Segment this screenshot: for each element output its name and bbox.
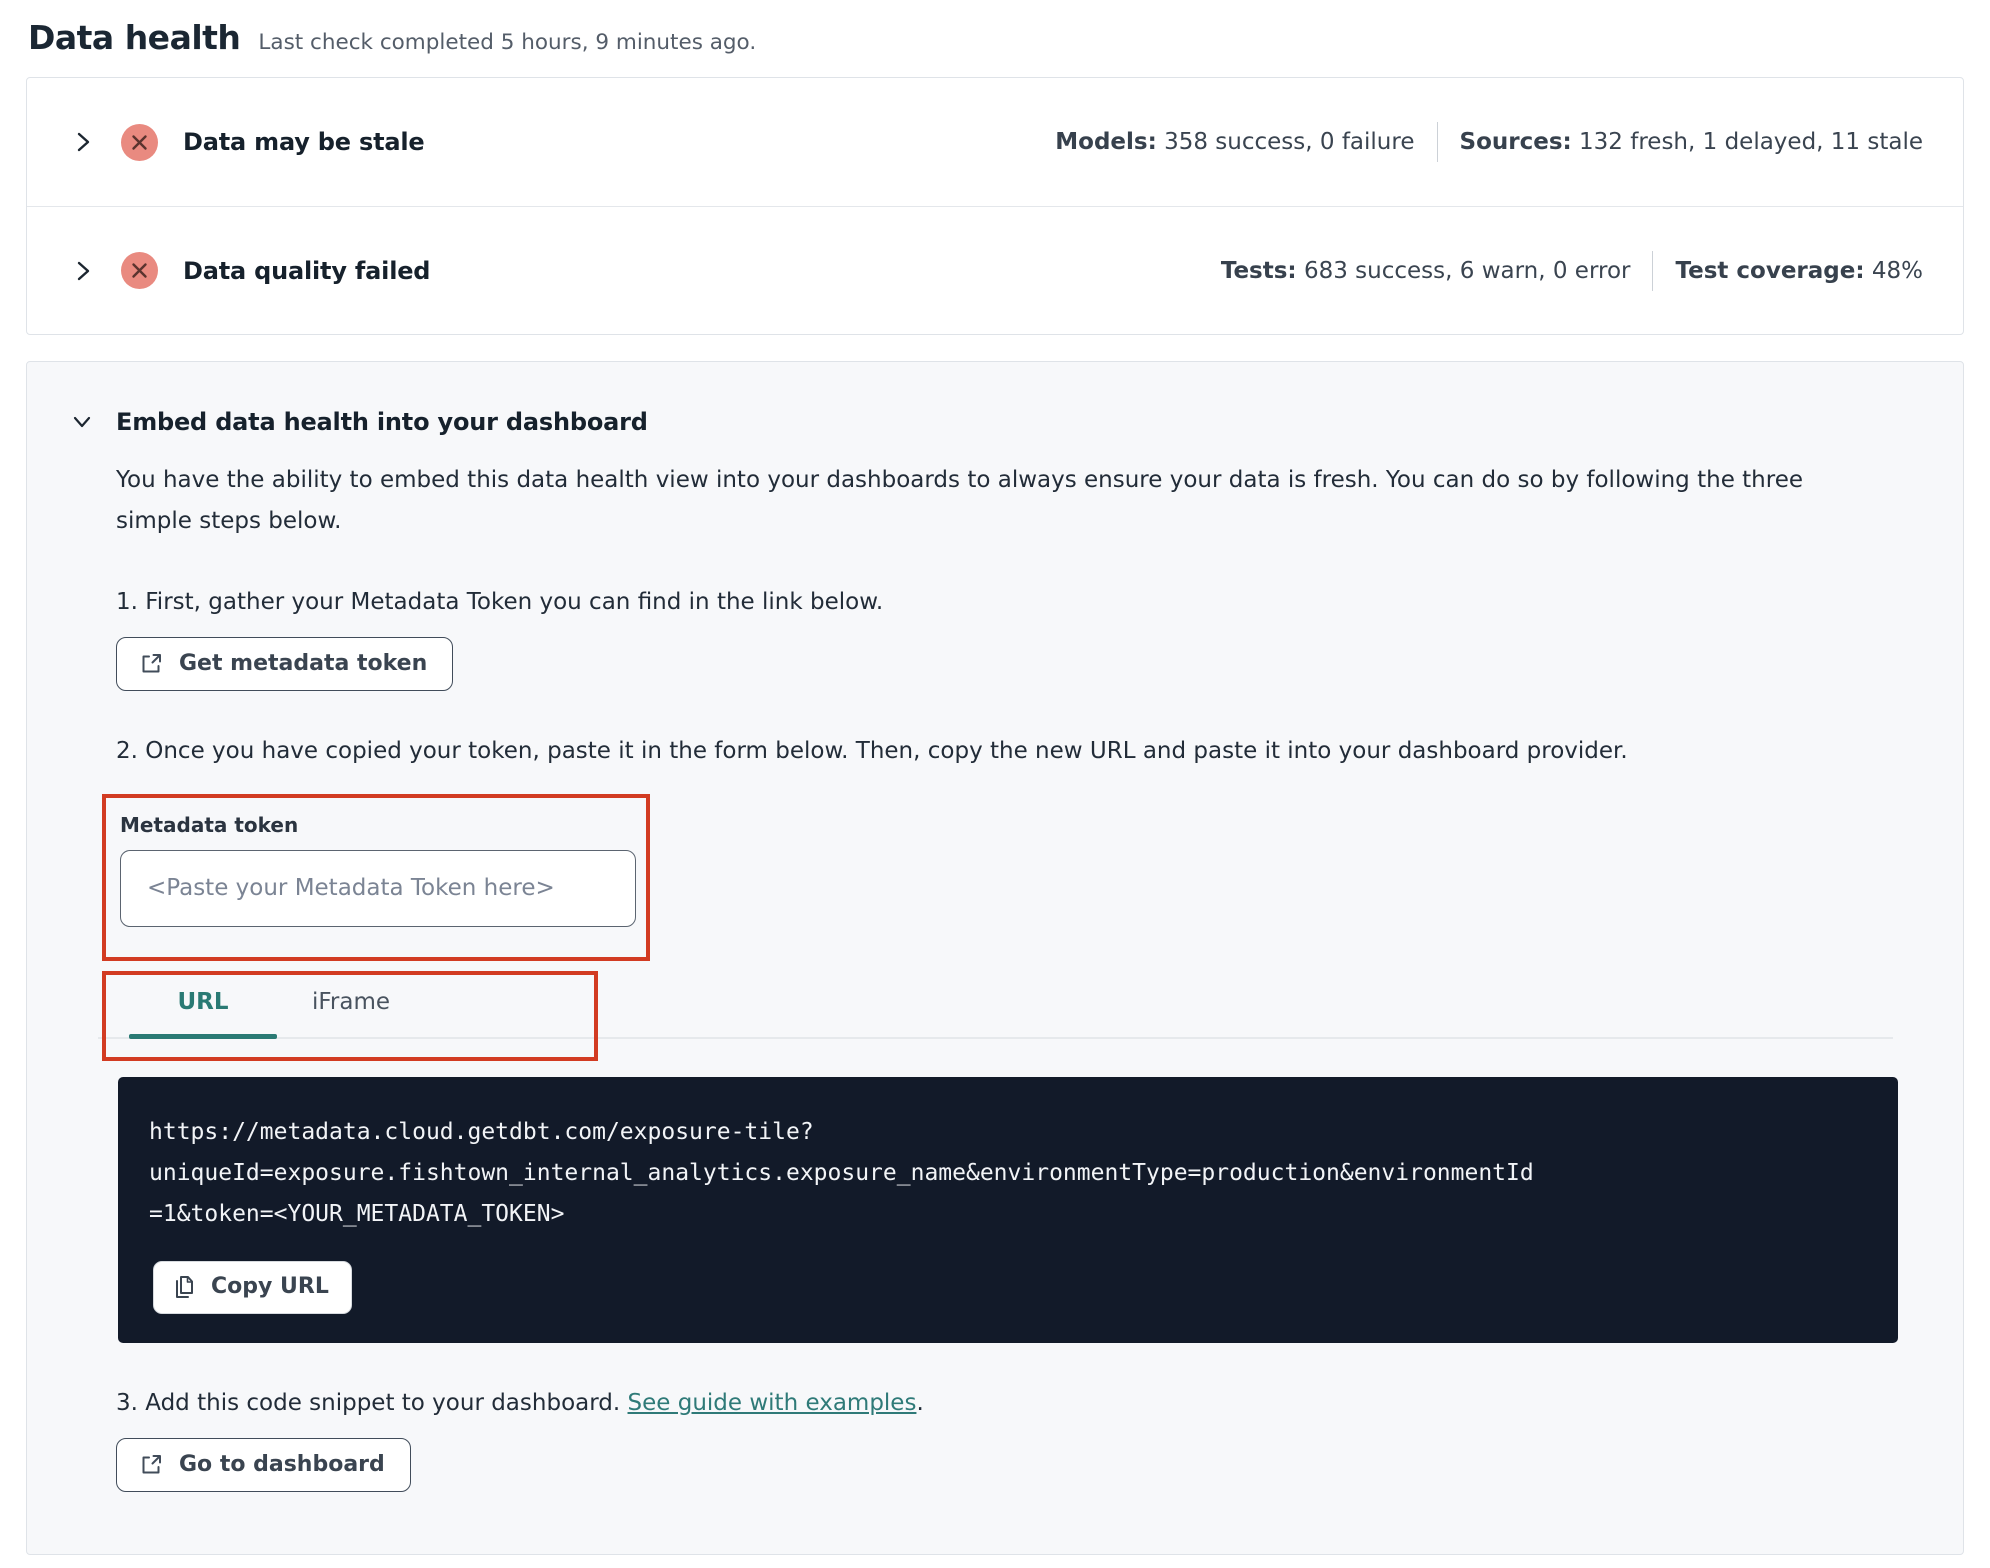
copy-icon [176,1275,193,1298]
sources-stat: Sources: 132 fresh, 1 delayed, 11 stale [1460,129,1924,155]
get-metadata-token-label: Get metadata token [179,650,428,676]
test-coverage-stat-value: 48% [1871,257,1923,284]
copy-url-button[interactable]: Copy URL [153,1260,352,1314]
guide-examples-link[interactable]: See guide with examples [628,1390,917,1416]
status-row-stale[interactable]: Data may be stale Models: 358 success, 0… [27,78,1963,206]
step-3-suffix: . [916,1389,924,1416]
tabs-annotation-box: URL iFrame [102,970,598,1061]
output-format-tabs: URL iFrame [106,975,594,1039]
copy-url-label: Copy URL [211,1274,329,1300]
step-3-prefix: 3. Add this code snippet to your dashboa… [116,1389,628,1416]
code-line: =1&token=<YOUR_METADATA_TOKEN> [149,1200,565,1227]
stat-divider [1436,122,1438,162]
step-1-text: 1. First, gather your Metadata Token you… [116,588,884,615]
go-to-dashboard-button[interactable]: Go to dashboard [116,1437,411,1492]
page-title: Data health [28,18,241,57]
metadata-token-input[interactable] [120,849,636,927]
test-coverage-stat: Test coverage: 48% [1675,258,1923,284]
status-row-stats: Tests: 683 success, 6 warn, 0 error Test… [1221,250,1923,291]
tab-url[interactable]: URL [129,989,277,1039]
sources-stat-value: 132 fresh, 1 delayed, 11 stale [1579,129,1923,155]
embed-description: You have the ability to embed this data … [116,467,1803,534]
external-link-icon [142,653,161,673]
tests-stat: Tests: 683 success, 6 warn, 0 error [1221,258,1631,284]
embed-section: Embed data health into your dashboard Yo… [26,361,1964,1555]
status-row-stats: Models: 358 success, 0 failure Sources: … [1055,122,1923,162]
status-row-quality[interactable]: Data quality failed Tests: 683 success, … [27,206,1963,334]
status-card: Data may be stale Models: 358 success, 0… [26,77,1964,335]
models-stat-label: Models: [1055,129,1157,155]
chevron-down-icon[interactable] [71,411,93,433]
models-stat-value: 358 success, 0 failure [1164,129,1415,155]
step-2-text: 2. Once you have copied your token, past… [116,737,1628,764]
error-x-circle-icon [121,123,158,161]
tests-stat-label: Tests: [1220,257,1297,284]
chevron-right-icon[interactable] [73,130,95,154]
stat-divider [1652,250,1654,291]
status-row-title: Data quality failed [183,256,431,285]
step-3-text: 3. Add this code snippet to your dashboa… [116,1390,1917,1416]
go-to-dashboard-label: Go to dashboard [179,1451,385,1477]
code-line: uniqueId=exposure.fishtown_internal_anal… [149,1159,1534,1186]
sources-stat-label: Sources: [1459,129,1572,155]
embed-section-title: Embed data health into your dashboard [116,408,648,436]
metadata-token-label: Metadata token [120,812,299,837]
page-header: Data health Last check completed 5 hours… [26,18,1964,57]
tests-stat-value: 683 success, 6 warn, 0 error [1303,257,1631,284]
tabs-row: URL iFrame [98,970,1917,1061]
embed-section-header[interactable]: Embed data health into your dashboard [71,408,1917,436]
external-link-icon [142,1454,161,1474]
chevron-right-icon[interactable] [73,259,95,283]
code-line: https://metadata.cloud.getdbt.com/exposu… [149,1118,814,1145]
tab-iframe[interactable]: iFrame [277,989,425,1037]
error-x-circle-icon [121,252,158,289]
token-annotation-box: Metadata token [102,793,650,961]
data-health-page: Data health Last check completed 5 hours… [0,0,1990,1555]
last-check-status: Last check completed 5 hours, 9 minutes … [258,30,757,55]
status-row-title: Data may be stale [183,128,425,156]
get-metadata-token-button[interactable]: Get metadata token [116,636,454,691]
models-stat: Models: 358 success, 0 failure [1055,129,1414,155]
embed-url-code-block: https://metadata.cloud.getdbt.com/exposu… [118,1076,1898,1343]
test-coverage-stat-label: Test coverage: [1675,257,1865,284]
